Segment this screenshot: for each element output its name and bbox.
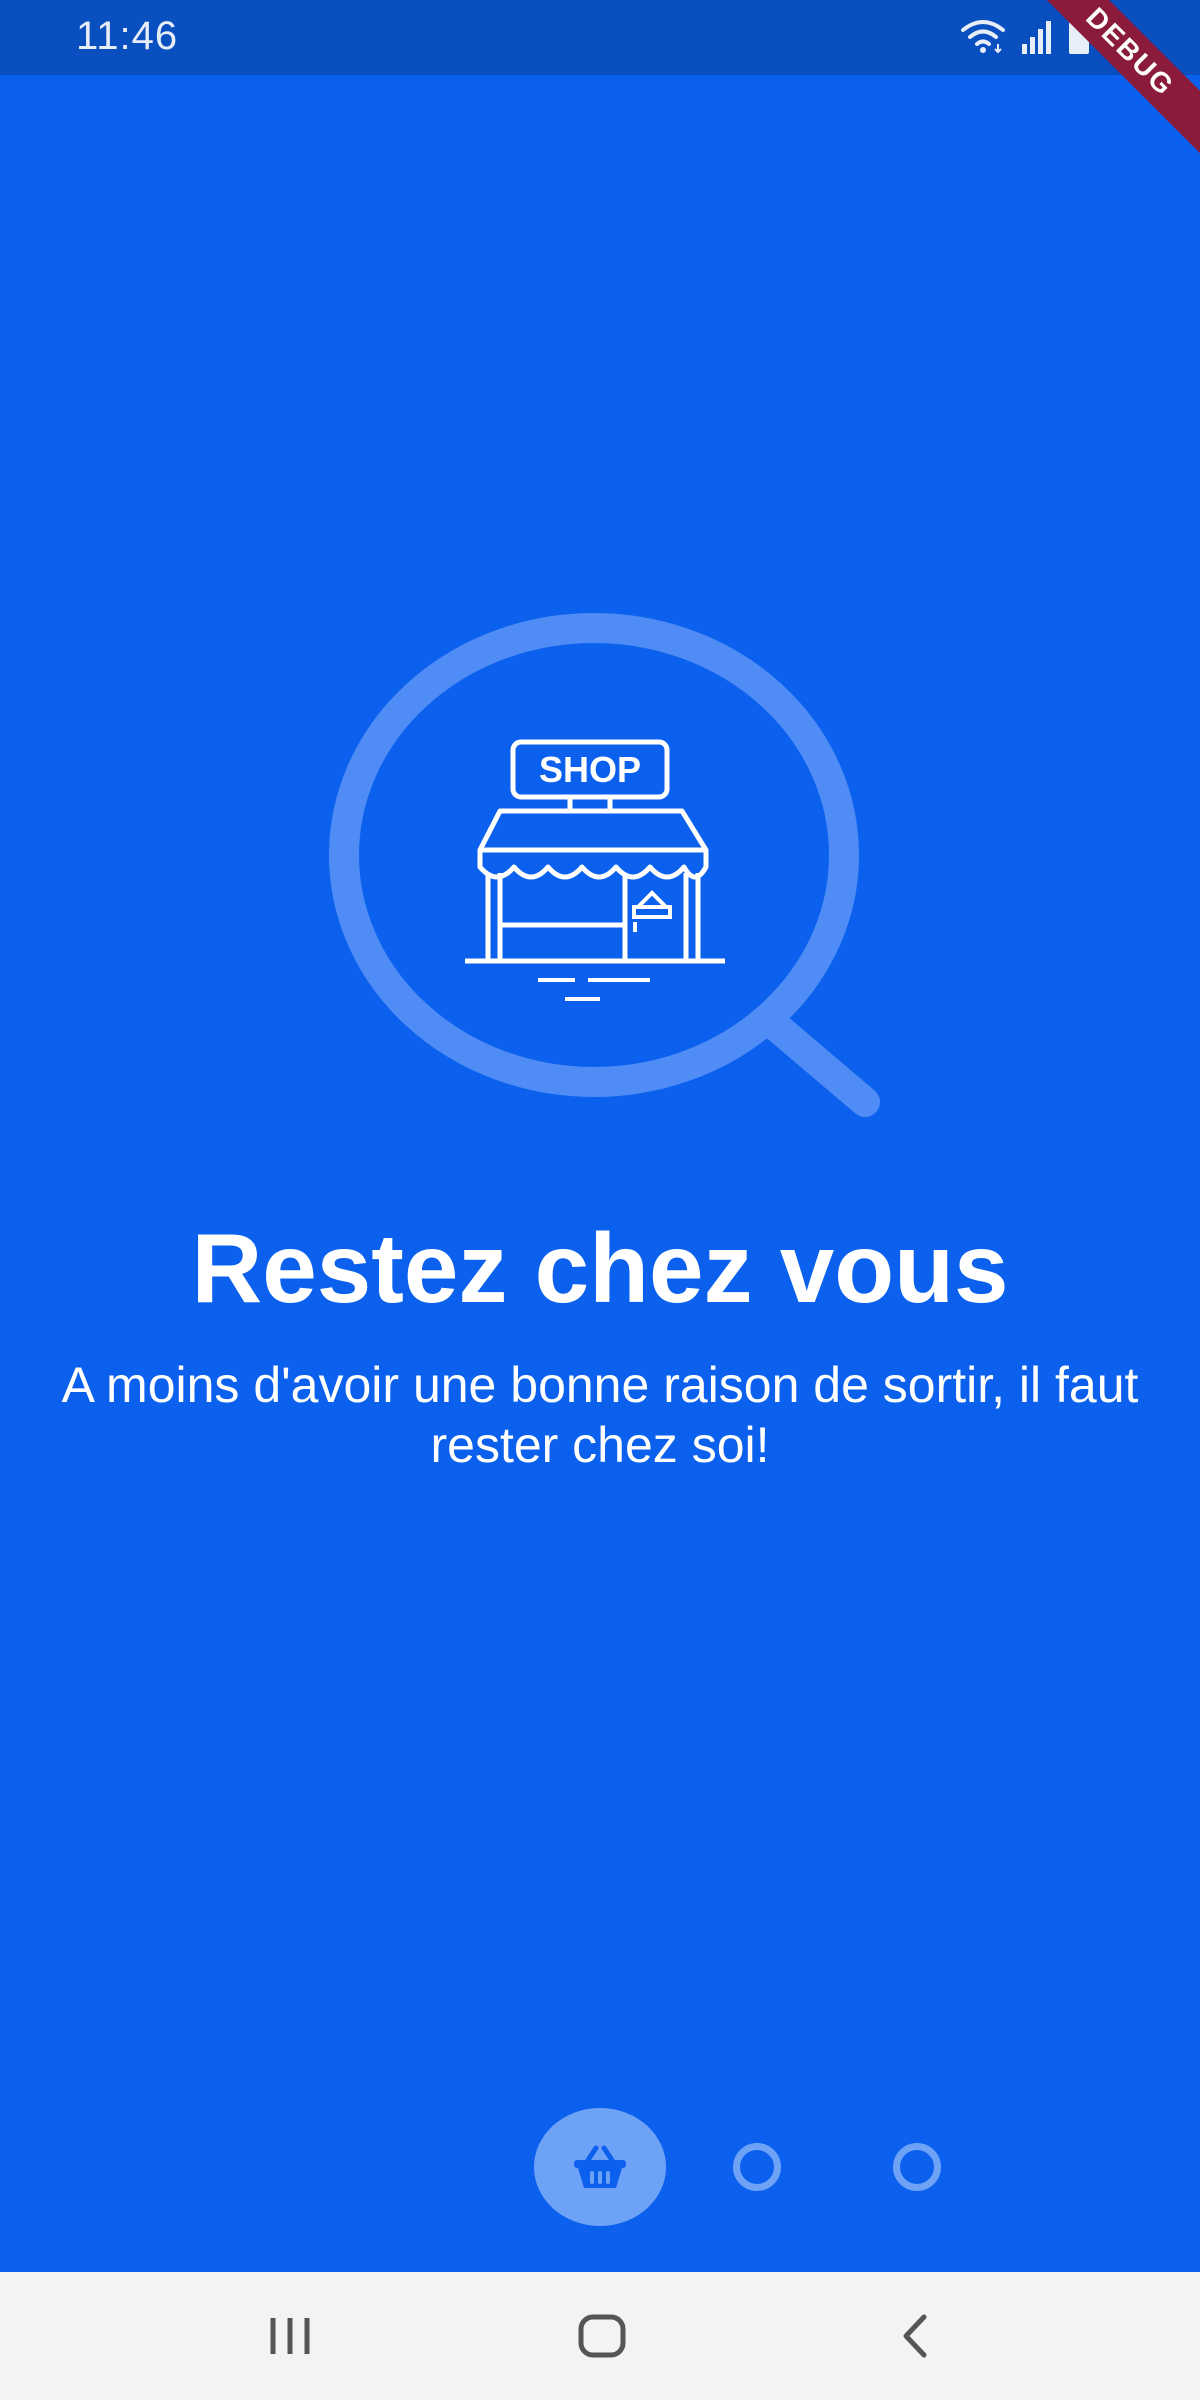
onboarding-screen: 11:46 DEBUG SHOP Restez chez vous A moin…	[0, 0, 1200, 2400]
basket-icon	[574, 2145, 626, 2188]
wifi-icon	[961, 20, 1005, 54]
home-icon	[578, 2314, 626, 2358]
status-bar: 11:46	[0, 0, 1200, 75]
home-button[interactable]	[562, 2300, 642, 2372]
system-nav-bar	[0, 2272, 1200, 2400]
page-indicator-2[interactable]	[733, 2143, 781, 2191]
onboarding-subtitle: A moins d'avoir une bonne raison de sort…	[61, 1357, 1139, 1473]
svg-text:SHOP: SHOP	[539, 749, 641, 790]
signal-icon	[1022, 21, 1051, 54]
recent-apps-icon	[270, 2318, 310, 2354]
back-icon	[903, 2314, 927, 2358]
shop-sign: SHOP	[510, 739, 670, 811]
search-shop-icon: SHOP	[329, 613, 880, 1117]
back-button[interactable]	[875, 2300, 955, 2372]
recent-apps-button[interactable]	[250, 2300, 330, 2372]
status-time: 11:46	[76, 14, 179, 58]
page-indicator-1-active[interactable]	[534, 2108, 666, 2226]
onboarding-title: Restez chez vous	[191, 1213, 1009, 1323]
page-indicator-3[interactable]	[893, 2143, 941, 2191]
